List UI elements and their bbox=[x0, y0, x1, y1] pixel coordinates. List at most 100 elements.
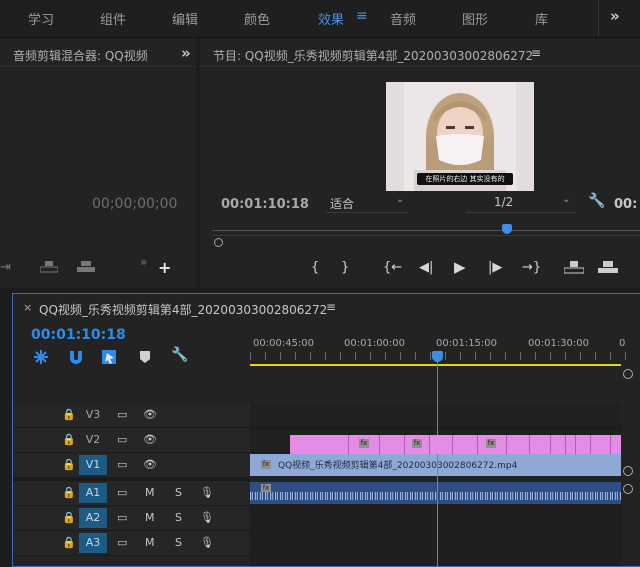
snap-magnet-icon[interactable] bbox=[68, 349, 84, 365]
playhead-marker[interactable] bbox=[502, 224, 512, 234]
time-ruler[interactable]: 00:00:45:00 00:01:00:00 00:01:15:00 00:0… bbox=[250, 324, 640, 364]
mute-button[interactable]: M bbox=[145, 486, 155, 499]
microphone-icon[interactable]: 🎙 bbox=[200, 511, 214, 524]
zoom-handle[interactable] bbox=[214, 238, 223, 247]
v2-clip[interactable] bbox=[551, 435, 566, 454]
track-lane-v3[interactable] bbox=[250, 403, 621, 428]
a1-audio-clip[interactable]: fx bbox=[250, 482, 621, 504]
workspace-tab-color[interactable]: 颜色 bbox=[244, 9, 270, 28]
double-chevron-right-icon[interactable]: » bbox=[181, 46, 191, 61]
mark-out-icon[interactable]: } bbox=[341, 260, 349, 275]
workspace-tab-effects[interactable]: 效果 bbox=[318, 9, 344, 28]
workspace-tab-assembly[interactable]: 组件 bbox=[100, 9, 126, 28]
track-label[interactable]: V2 bbox=[79, 430, 107, 450]
playhead-timecode[interactable]: 00:01:10:18 bbox=[221, 197, 309, 212]
lift-icon[interactable] bbox=[563, 261, 585, 274]
close-icon[interactable]: × bbox=[23, 302, 32, 313]
work-area-bar[interactable] bbox=[250, 364, 621, 366]
lock-icon[interactable]: 🔒 bbox=[62, 536, 76, 549]
microphone-icon[interactable]: 🎙 bbox=[200, 536, 214, 549]
v2-clip[interactable] bbox=[453, 435, 478, 454]
go-to-in-icon[interactable]: ⇥ bbox=[0, 261, 11, 274]
scroll-handle[interactable] bbox=[623, 369, 633, 379]
v2-clip[interactable]: fx bbox=[478, 435, 507, 454]
toggle-sync-icon[interactable]: ▭ bbox=[117, 486, 127, 499]
track-label[interactable]: V3 bbox=[79, 405, 107, 425]
fx-badge: fx bbox=[261, 460, 271, 469]
workspace-tab-audio[interactable]: 音频 bbox=[390, 9, 416, 28]
v2-clip[interactable] bbox=[591, 435, 611, 454]
fx-badge: fx bbox=[359, 439, 369, 448]
track-label[interactable]: A1 bbox=[79, 483, 107, 503]
v2-clip[interactable] bbox=[611, 435, 621, 454]
nest-sequence-icon[interactable] bbox=[33, 349, 49, 365]
lock-icon[interactable]: 🔒 bbox=[62, 433, 76, 446]
solo-button[interactable]: S bbox=[175, 511, 182, 524]
v2-clip[interactable] bbox=[566, 435, 576, 454]
wrench-icon[interactable]: 🔧 bbox=[588, 194, 605, 208]
add-marker-icon[interactable] bbox=[139, 350, 151, 364]
v2-clip[interactable] bbox=[576, 435, 591, 454]
workspace-tab-libraries[interactable]: 库 bbox=[535, 9, 548, 28]
lock-icon[interactable]: 🔒 bbox=[62, 486, 76, 499]
extract-icon[interactable] bbox=[77, 261, 95, 273]
toggle-sync-icon[interactable]: ▭ bbox=[117, 408, 127, 421]
v2-clip[interactable]: fx bbox=[349, 435, 380, 454]
mute-button[interactable]: M bbox=[145, 511, 155, 524]
eye-icon[interactable]: 👁 bbox=[143, 458, 157, 471]
add-button-icon[interactable]: + bbox=[158, 260, 171, 276]
step-back-icon[interactable]: ◀| bbox=[419, 260, 433, 275]
lift-icon[interactable] bbox=[39, 261, 59, 273]
eye-icon[interactable]: 👁 bbox=[143, 408, 157, 421]
go-to-out-icon[interactable]: →} bbox=[522, 260, 541, 275]
solo-button[interactable]: S bbox=[175, 486, 182, 499]
v2-clip[interactable] bbox=[290, 435, 349, 454]
extract-icon[interactable] bbox=[598, 261, 618, 274]
workspace-tab-learn[interactable]: 学习 bbox=[28, 9, 54, 28]
v2-clip[interactable] bbox=[430, 435, 453, 454]
v1-clip[interactable]: fx QQ视频_乐秀视频剪辑第4部_20200303002806272.mp4 bbox=[250, 454, 621, 476]
wrench-icon[interactable]: 🔧 bbox=[171, 348, 188, 362]
lock-icon[interactable]: 🔒 bbox=[62, 511, 76, 524]
step-forward-icon[interactable]: |▶ bbox=[488, 260, 502, 275]
resolution-dropdown[interactable]: 1/2 ⌄ bbox=[466, 193, 576, 213]
solo-button[interactable]: S bbox=[175, 536, 182, 549]
playhead-marker[interactable] bbox=[432, 351, 443, 362]
track-label[interactable]: V1 bbox=[79, 455, 107, 475]
eye-icon[interactable]: 👁 bbox=[143, 433, 157, 446]
video-frame: 在照片的右边 其实没有的 bbox=[386, 82, 534, 191]
track-label[interactable]: A2 bbox=[79, 508, 107, 528]
v2-clip[interactable] bbox=[507, 435, 530, 454]
toggle-sync-icon[interactable]: ▭ bbox=[117, 458, 127, 471]
v2-clip[interactable] bbox=[380, 435, 405, 454]
v2-clip[interactable]: fx bbox=[405, 435, 430, 454]
mute-button[interactable]: M bbox=[145, 536, 155, 549]
toggle-sync-icon[interactable]: ▭ bbox=[117, 433, 127, 446]
microphone-icon[interactable]: 🎙 bbox=[200, 486, 214, 499]
scroll-handle[interactable] bbox=[623, 484, 633, 494]
playhead-line[interactable] bbox=[437, 354, 438, 566]
workspace-tab-editing[interactable]: 编辑 bbox=[172, 9, 198, 28]
lock-icon[interactable]: 🔒 bbox=[62, 458, 76, 471]
track-label[interactable]: A3 bbox=[79, 533, 107, 553]
zoom-dropdown[interactable]: 适合 ⌄ bbox=[326, 193, 408, 213]
go-to-in-icon[interactable]: {← bbox=[383, 260, 402, 275]
panel-menu-icon[interactable]: ≡ bbox=[531, 47, 541, 59]
lock-icon[interactable]: 🔒 bbox=[62, 408, 76, 421]
mark-in-icon[interactable]: { bbox=[311, 260, 319, 275]
double-chevron-right-icon[interactable]: » bbox=[140, 256, 147, 268]
sequence-tab[interactable]: QQ视频_乐秀视频剪辑第4部_20200303002806272 bbox=[39, 301, 327, 318]
timeline-timecode[interactable]: 00:01:10:18 bbox=[31, 327, 126, 343]
divider bbox=[598, 0, 599, 37]
v2-clip[interactable] bbox=[530, 435, 551, 454]
monitor-ruler[interactable] bbox=[212, 230, 640, 231]
toggle-sync-icon[interactable]: ▭ bbox=[117, 536, 127, 549]
toggle-sync-icon[interactable]: ▭ bbox=[117, 511, 127, 524]
workspace-tab-graphics[interactable]: 图形 bbox=[462, 9, 488, 28]
scroll-handle[interactable] bbox=[623, 466, 633, 476]
play-icon[interactable]: ▶ bbox=[454, 258, 466, 276]
panel-menu-icon[interactable]: ≡ bbox=[326, 301, 336, 313]
linked-selection-icon[interactable] bbox=[101, 349, 117, 365]
workspace-menu-icon[interactable]: ≡ bbox=[356, 8, 368, 24]
double-chevron-right-icon[interactable]: » bbox=[610, 7, 620, 25]
